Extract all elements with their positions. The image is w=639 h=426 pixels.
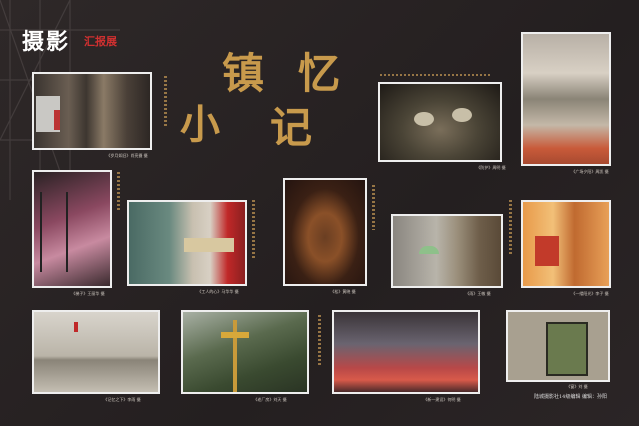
photo-detail — [74, 322, 78, 332]
verse-strip — [372, 185, 375, 230]
title-char-2: 镇 — [222, 49, 265, 98]
photo-detail — [414, 112, 434, 126]
title-char-1: 小 — [180, 101, 220, 148]
title-char-3: 忆 — [298, 49, 341, 98]
photo-stairs — [32, 170, 112, 288]
photo-detail — [419, 246, 439, 254]
photo-detail — [40, 192, 68, 272]
caption-stairs: 《梯子》王丽华 摄 — [71, 291, 105, 296]
photo-nest — [283, 178, 367, 286]
photo-umbrella — [391, 214, 503, 288]
photo-corridor — [32, 72, 152, 150]
photo-detail — [535, 236, 559, 266]
exhibition-board: 摄影 汇报展 小 镇 忆 记 《岁月如旧》肖亮摄 摄 《梯子》王丽华 摄 《工人… — [0, 0, 639, 426]
photo-wall-reflection — [32, 310, 160, 394]
caption-gas-masks: 《防护》周明 摄 — [476, 165, 506, 170]
photo-red-hall — [332, 310, 480, 394]
photo-gas-masks — [378, 82, 502, 162]
photo-glass-roof — [521, 32, 611, 166]
caption-nest: 《松》黄晓 摄 — [330, 289, 356, 294]
photo-detail — [452, 108, 472, 122]
caption-signpost: 《老厂房》刘天 摄 — [253, 397, 287, 402]
photo-detail — [221, 332, 249, 338]
editor-credit: 陆城摄影社14级编辑 编辑：孙阳 — [534, 394, 607, 400]
caption-umbrella: 《雨》王敏 摄 — [465, 291, 491, 296]
photo-detail — [184, 238, 234, 252]
verse-strip — [117, 172, 120, 212]
title-char-4: 记 — [270, 103, 313, 152]
caption-orange-room: 《一缕阳光》李子 摄 — [571, 291, 609, 296]
caption-window: 《窗》刘 摄 — [566, 384, 588, 389]
verse-strip — [509, 200, 512, 255]
caption-machine: 《工人的心》马华华 摄 — [197, 289, 239, 294]
caption-wall-reflection: 《记忆之下》李雨 摄 — [103, 397, 141, 402]
brand-subtitle: 汇报展 — [84, 35, 117, 48]
photo-detail — [54, 110, 60, 130]
photo-signpost — [181, 310, 309, 394]
photo-window — [506, 310, 610, 382]
caption-corridor: 《岁月如旧》肖亮摄 摄 — [106, 153, 148, 158]
caption-glass-roof: 《广场夕阳》周凯 摄 — [571, 169, 609, 174]
verse-strip — [380, 74, 490, 76]
verse-strip — [318, 315, 321, 365]
verse-strip — [252, 200, 255, 260]
caption-red-hall: 《新一建设》何明 摄 — [423, 397, 461, 402]
photo-detail — [546, 322, 588, 376]
photo-orange-room — [521, 200, 611, 288]
brand-title: 摄影 — [22, 29, 71, 55]
verse-strip — [164, 76, 167, 126]
photo-machine — [127, 200, 247, 286]
